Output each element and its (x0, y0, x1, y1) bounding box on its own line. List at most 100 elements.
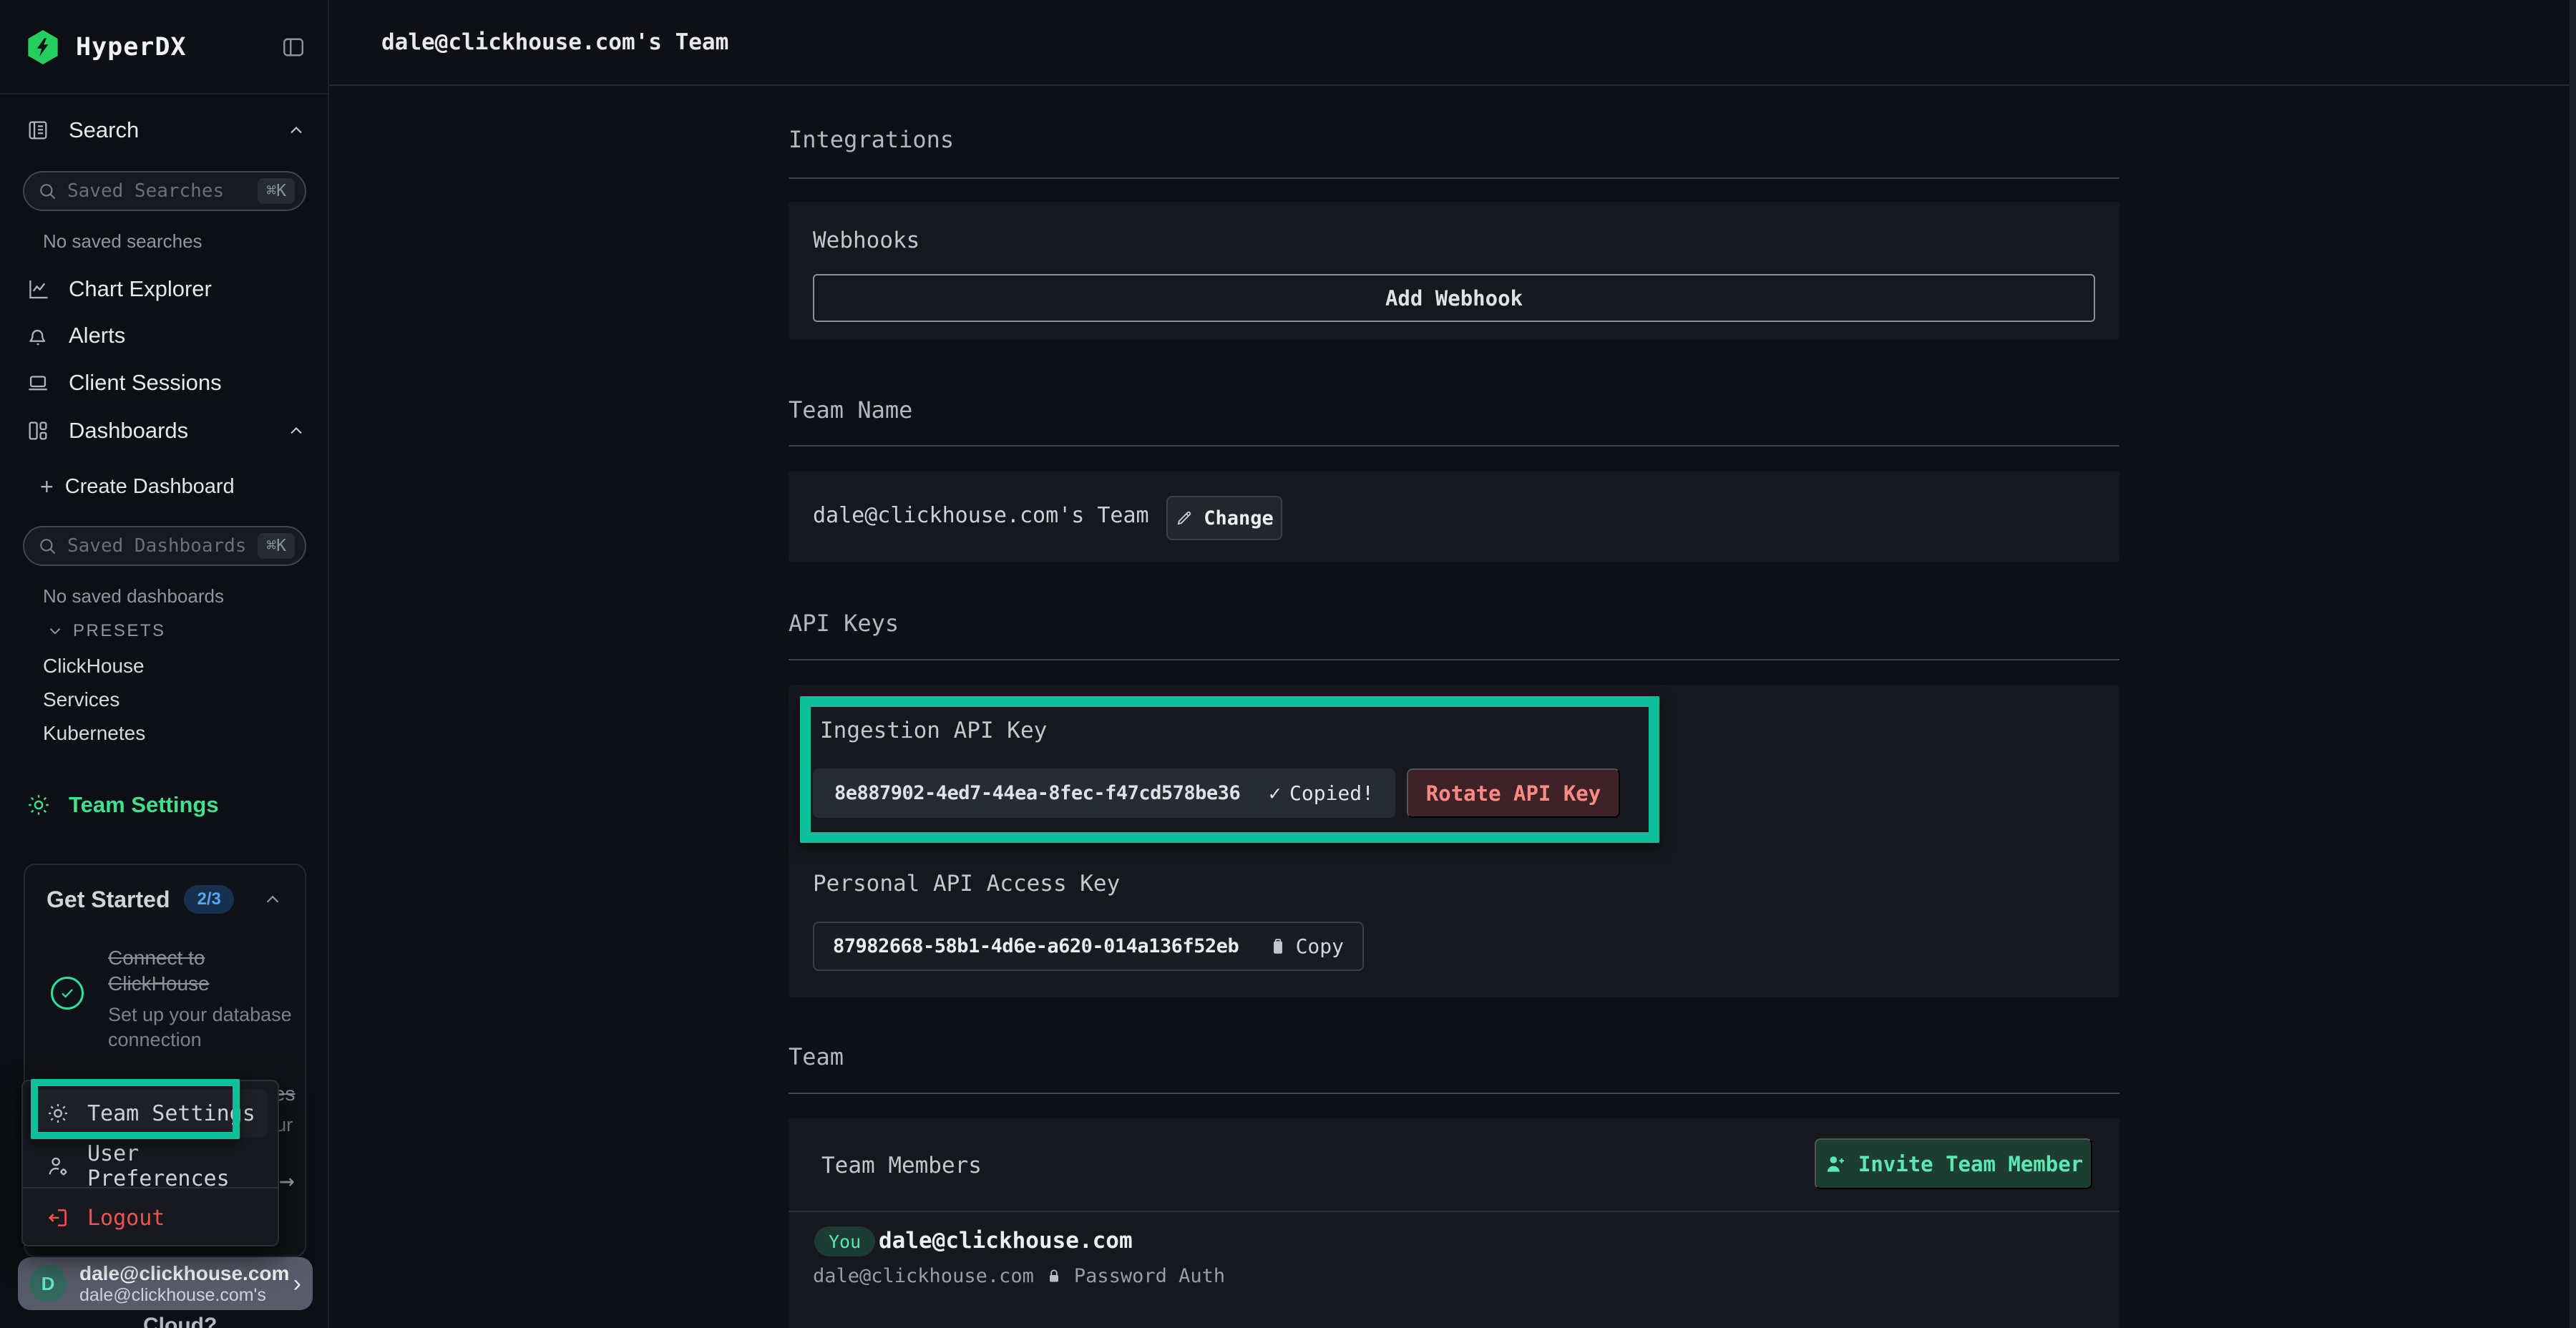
lock-icon (1045, 1268, 1063, 1285)
shortcut-badge: ⌘K (258, 178, 295, 204)
copy-button[interactable]: Copy (1269, 934, 1344, 958)
sidebar-section-search[interactable]: Search (26, 109, 306, 152)
app-title: HyperDX (76, 33, 187, 62)
logout-icon (46, 1206, 70, 1230)
section-divider (789, 1093, 2119, 1094)
personal-api-key-value: 87982668-58b1-4d6e-a620-014a136f52eb (833, 935, 1239, 957)
search-section-label: Search (69, 117, 139, 143)
personal-api-key-label: Personal API Access Key (813, 871, 1120, 897)
add-webhook-button[interactable]: Add Webhook (813, 274, 2095, 322)
arrow-right-icon[interactable]: → (279, 1166, 295, 1196)
section-title-api-keys: API Keys (789, 610, 899, 637)
section-title-integrations: Integrations (789, 126, 954, 153)
section-title-team: Team (789, 1043, 844, 1070)
page-title: dale@clickhouse.com's Team (381, 29, 728, 55)
saved-searches-input-wrap[interactable]: ⌘K (23, 171, 306, 211)
team-name-card: dale@clickhouse.com's Team Change (789, 472, 2119, 562)
presets-label: PRESETS (73, 621, 166, 641)
no-saved-searches-text: No saved searches (43, 230, 203, 253)
pencil-icon (1175, 509, 1194, 527)
change-team-name-button[interactable]: Change (1166, 496, 1282, 540)
chevron-right-icon: › (293, 1270, 301, 1298)
team-members-card: Team Members Invite Team Member You dale… (789, 1118, 2119, 1328)
magnifier-icon (37, 536, 57, 556)
saved-dashboards-input-wrap[interactable]: ⌘K (23, 526, 306, 566)
sidebar-divider (0, 93, 328, 94)
preset-clickhouse[interactable]: ClickHouse (43, 655, 145, 678)
shortcut-badge: ⌘K (258, 533, 295, 559)
chevron-up-icon[interactable] (262, 889, 283, 910)
member-email-sub: dale@clickhouse.com (813, 1265, 1034, 1287)
sidebar-item-dashboards[interactable]: Dashboards (26, 409, 306, 452)
saved-searches-input[interactable] (67, 180, 258, 202)
create-dashboard-label: Create Dashboard (65, 475, 235, 499)
annotation-box-team-settings (31, 1079, 240, 1139)
get-started-title: Get Started (47, 887, 170, 913)
bell-icon (26, 323, 50, 348)
sidebar-item-alerts[interactable]: Alerts (26, 314, 306, 357)
hyperdx-logo-icon (26, 30, 60, 64)
page-header: dale@clickhouse.com's Team (329, 0, 2576, 86)
get-started-header[interactable]: Get Started 2/3 (47, 885, 283, 914)
copy-label: Copy (1296, 934, 1344, 958)
user-account-chip[interactable]: D dale@clickhouse.com dale@clickhouse.co… (18, 1257, 313, 1310)
invite-button-label: Invite Team Member (1858, 1152, 2083, 1176)
section-title-team-name: Team Name (789, 396, 912, 424)
sidebar-item-client-sessions[interactable]: Client Sessions (26, 361, 306, 404)
progress-badge: 2/3 (184, 885, 233, 914)
section-divider (789, 445, 2119, 446)
search-journal-icon (26, 118, 50, 142)
sidebar: HyperDX Search ⌘K No saved searches Char… (0, 0, 329, 1328)
preset-services[interactable]: Services (43, 688, 119, 711)
annotation-box-ingestion-key (800, 696, 1659, 843)
main-panel: dale@clickhouse.com's Team Integrations … (329, 0, 2576, 1328)
sidebar-item-label: Client Sessions (69, 370, 222, 396)
menu-item-user-preferences[interactable]: User Preferences (33, 1144, 268, 1188)
personal-api-key-chip[interactable]: 87982668-58b1-4d6e-a620-014a136f52eb Cop… (813, 922, 1364, 971)
invite-team-member-button[interactable]: Invite Team Member (1815, 1138, 2092, 1189)
team-name-value: dale@clickhouse.com's Team (813, 503, 1149, 528)
change-button-label: Change (1204, 507, 1274, 529)
get-started-item-desc: Set up your database connection (108, 1002, 323, 1053)
panel-icon (280, 34, 306, 60)
laptop-icon (26, 371, 50, 395)
menu-item-logout[interactable]: Logout (33, 1196, 268, 1240)
chevron-down-icon (46, 622, 64, 640)
sidebar-collapse-button[interactable] (280, 34, 306, 60)
get-started-item-connect[interactable]: Connect to ClickHouse Set up your databa… (47, 945, 283, 1053)
sidebar-item-label: Chart Explorer (69, 276, 212, 302)
section-divider (789, 177, 2119, 179)
sidebar-item-team-settings[interactable]: Team Settings (26, 783, 219, 826)
saved-dashboards-input[interactable] (67, 535, 258, 557)
user-gear-icon (46, 1154, 70, 1178)
menu-item-label: Logout (87, 1206, 165, 1231)
sidebar-item-label: Dashboards (69, 418, 188, 444)
logo-row: HyperDX (26, 29, 306, 66)
webhooks-card: Webhooks Add Webhook (789, 202, 2119, 340)
menu-divider (23, 1187, 278, 1188)
member-details: dale@clickhouse.com Password Auth (813, 1265, 1225, 1287)
sidebar-item-label: Alerts (69, 323, 125, 348)
scrollbar[interactable] (2570, 0, 2576, 1328)
member-email: dale@clickhouse.com (879, 1228, 1133, 1254)
webhooks-label: Webhooks (813, 228, 919, 253)
create-dashboard-button[interactable]: + Create Dashboard (40, 474, 235, 500)
clipped-bottom-text: Cloud? (143, 1314, 217, 1328)
user-team-name: dale@clickhouse.com's (79, 1285, 289, 1306)
chevron-up-icon[interactable] (286, 120, 306, 140)
preset-kubernetes[interactable]: Kubernetes (43, 722, 145, 745)
user-plus-icon (1824, 1153, 1847, 1176)
get-started-item-title: Connect to ClickHouse (108, 945, 301, 997)
menu-item-label: User Preferences (87, 1141, 268, 1191)
avatar: D (29, 1265, 67, 1302)
gear-icon (26, 792, 52, 818)
chart-icon (26, 277, 50, 301)
sidebar-item-chart-explorer[interactable]: Chart Explorer (26, 268, 306, 311)
chevron-up-icon[interactable] (286, 421, 306, 441)
circle-check-icon (51, 977, 84, 1010)
magnifier-icon (37, 181, 57, 201)
auth-method-label: Password Auth (1074, 1265, 1225, 1287)
user-email: dale@clickhouse.com (79, 1262, 289, 1285)
no-saved-dashboards-text: No saved dashboards (43, 585, 224, 607)
presets-toggle[interactable]: PRESETS (46, 621, 166, 641)
